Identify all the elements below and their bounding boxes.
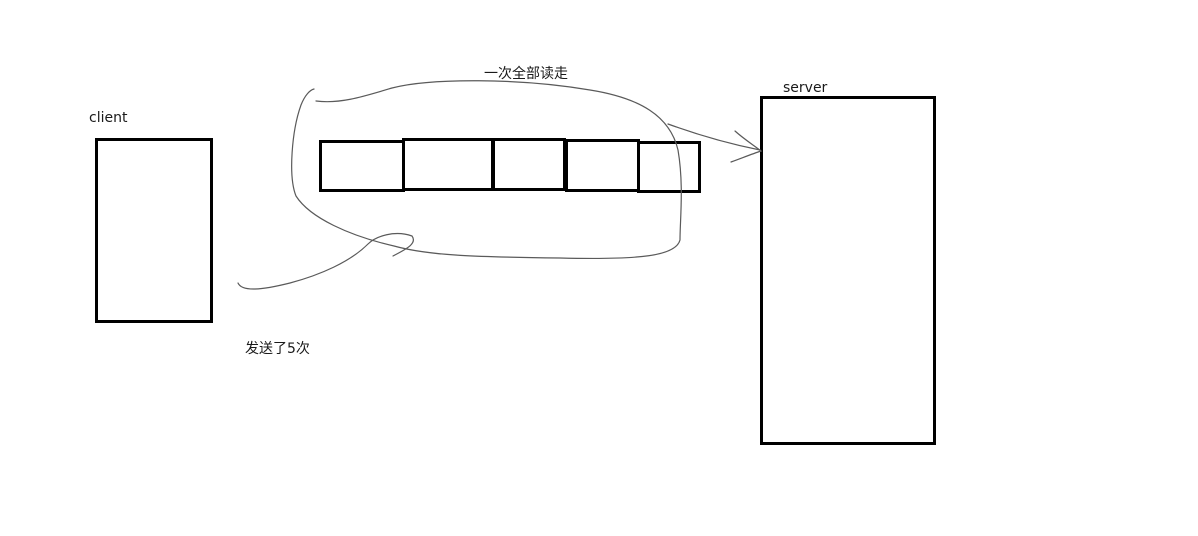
- arrow-shaft: [667, 123, 761, 151]
- sent-curve: [237, 232, 414, 290]
- packet-box-5: [637, 141, 701, 193]
- packet-box-2: [402, 138, 494, 191]
- packet-box-1: [319, 140, 405, 192]
- read-all-label: 一次全部读走: [484, 66, 568, 82]
- server-box: [760, 96, 936, 445]
- server-label: server: [783, 80, 828, 96]
- sent-times-label: 发送了5次: [245, 341, 310, 357]
- client-box: [95, 138, 213, 323]
- packet-box-4: [565, 139, 640, 192]
- packet-group: [319, 138, 701, 193]
- client-label: client: [89, 110, 128, 126]
- read-loop: [291, 80, 682, 260]
- diagram-canvas: [95, 80, 936, 445]
- packet-box-3: [492, 138, 566, 191]
